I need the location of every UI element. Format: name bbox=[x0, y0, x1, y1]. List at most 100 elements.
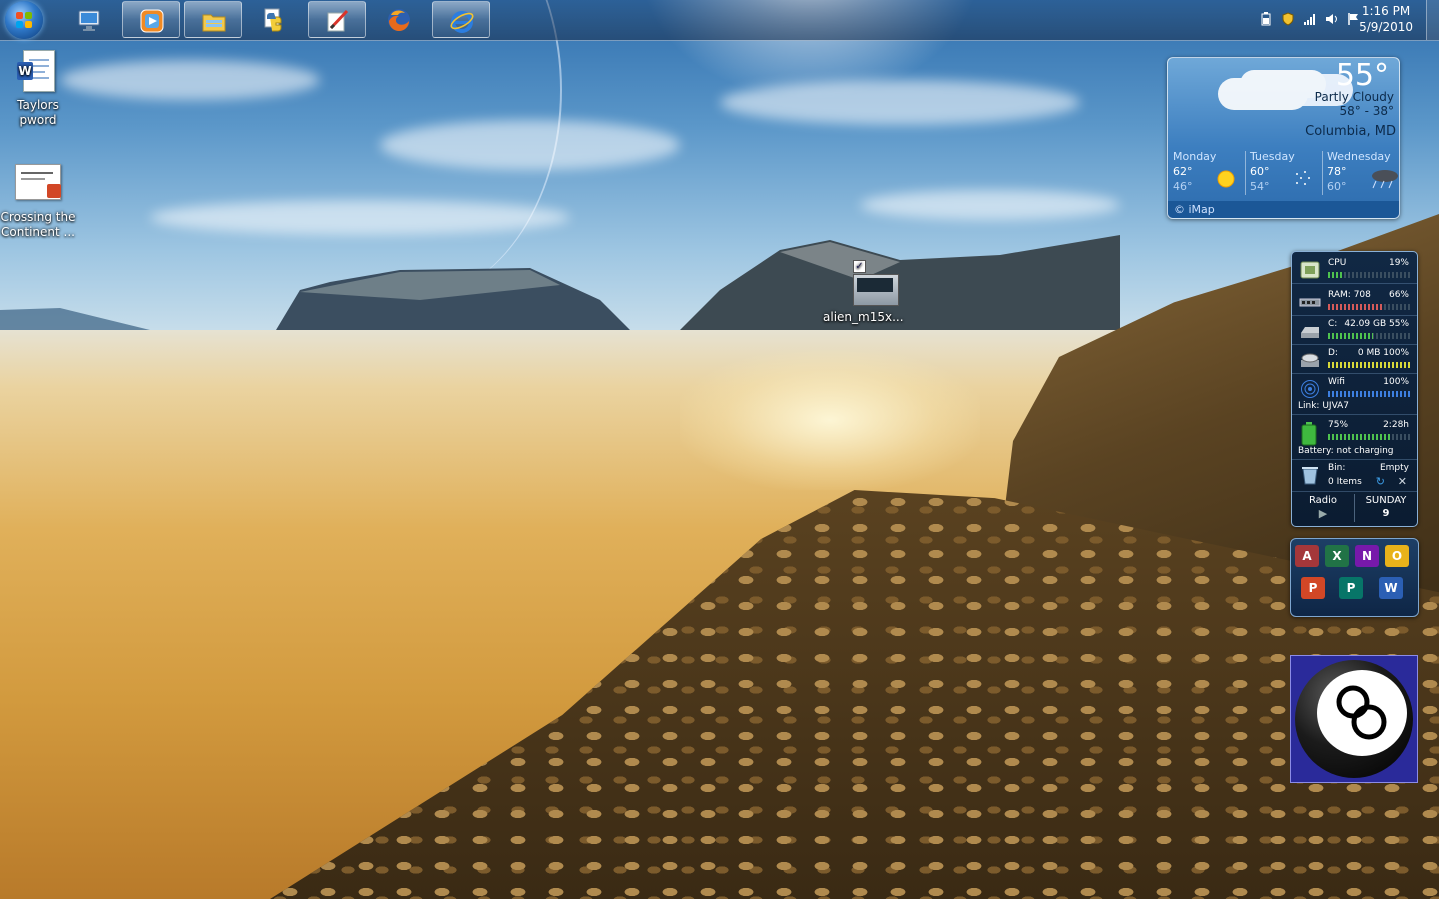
thunderstorm-icon bbox=[1372, 170, 1398, 189]
battery-meter: 75% 2:28h Battery: not charging bbox=[1292, 417, 1417, 460]
radio-and-calendar: Radio ▶ SUNDAY 9 bbox=[1292, 492, 1417, 525]
recycle-bin-state: Empty bbox=[1379, 463, 1409, 473]
powerpoint-app-icon[interactable]: P bbox=[1301, 577, 1325, 599]
cpu-label: CPU bbox=[1328, 258, 1347, 268]
desktop-icon-label: Taylors pword bbox=[17, 98, 59, 127]
taskbar-remote-desktop-button[interactable] bbox=[61, 1, 119, 38]
taskbar-python-button[interactable] bbox=[246, 1, 304, 38]
volume-tray-icon[interactable] bbox=[1325, 12, 1339, 26]
windows-logo-icon bbox=[16, 12, 32, 28]
internet-explorer-icon bbox=[450, 11, 474, 33]
laptop-image-icon: ✓ bbox=[838, 260, 899, 306]
recycle-bin-label: Bin: bbox=[1328, 463, 1346, 473]
drive-d-usage-bar bbox=[1328, 362, 1410, 368]
number-eight-icon bbox=[1336, 685, 1387, 740]
wallpaper-cloud bbox=[380, 120, 680, 170]
battery-level-bar bbox=[1328, 434, 1410, 440]
wifi-meter: Wifi 100% Link: UJVA7 bbox=[1292, 374, 1417, 415]
clock-date: 5/9/2010 bbox=[1359, 20, 1413, 34]
drive-c-usage-bar bbox=[1328, 333, 1410, 339]
desktop-icon-alien-m15x[interactable]: ✓ alien_m15x... bbox=[823, 260, 904, 325]
system-monitor-gadget[interactable]: CPU 19% RAM: 708 66% C: 42.09 GB 55% D: … bbox=[1291, 251, 1418, 527]
sunny-icon bbox=[1217, 170, 1235, 188]
system-tray: 1:16 PM 5/9/2010 bbox=[1229, 0, 1439, 40]
battery-tray-icon[interactable] bbox=[1259, 12, 1273, 26]
weather-condition-text: Partly Cloudy bbox=[1314, 90, 1394, 104]
weather-conditions: Partly Cloudy 58° - 38° bbox=[1315, 90, 1394, 118]
wallpaper-cloud bbox=[860, 190, 1120, 220]
cpu-value: 19% bbox=[1388, 258, 1409, 268]
wallpaper-water-shine bbox=[680, 350, 980, 490]
hard-drive-icon bbox=[1301, 327, 1319, 338]
partly-cloudy-icon bbox=[1218, 78, 1308, 110]
ram-usage-fill bbox=[1328, 304, 1383, 310]
publisher-app-icon[interactable]: P bbox=[1339, 577, 1363, 599]
drive-d-label: D: bbox=[1328, 348, 1338, 358]
cpu-usage-bar bbox=[1328, 272, 1410, 278]
taskbar-media-player-button[interactable] bbox=[122, 1, 180, 38]
cpu-chip-icon bbox=[1300, 261, 1320, 279]
clock-time: 1:16 PM bbox=[1361, 4, 1411, 18]
word-app-icon[interactable]: W bbox=[1379, 577, 1403, 599]
taskbar-internet-explorer-button[interactable] bbox=[432, 1, 490, 38]
outlook-app-icon[interactable]: O bbox=[1385, 545, 1409, 567]
excel-app-icon[interactable]: X bbox=[1325, 545, 1349, 567]
eight-ball-icon bbox=[1295, 660, 1413, 778]
forecast-day: Wednesday 78° 60° bbox=[1327, 149, 1399, 197]
wallpaper-cloud bbox=[720, 80, 1080, 125]
taskbar-windows-explorer-button[interactable] bbox=[184, 1, 242, 38]
radio-widget[interactable]: Radio ▶ bbox=[1292, 494, 1354, 520]
show-desktop-button[interactable] bbox=[1426, 0, 1439, 40]
cpu-meter: CPU 19% bbox=[1292, 255, 1417, 284]
drive-c-usage-fill bbox=[1328, 333, 1374, 339]
paint-icon bbox=[327, 9, 349, 32]
word-document-icon: W bbox=[15, 48, 61, 94]
network-signal-tray-icon[interactable] bbox=[1303, 12, 1317, 26]
refresh-icon[interactable]: ↻ bbox=[1376, 475, 1385, 488]
taskbar-paint-button[interactable] bbox=[308, 1, 366, 38]
recycle-bin-icon[interactable] bbox=[1299, 465, 1321, 485]
access-app-icon[interactable]: A bbox=[1295, 545, 1319, 567]
ram-value: 66% bbox=[1388, 290, 1409, 300]
office-launcher-gadget: A X N O P P W bbox=[1290, 538, 1419, 617]
forecast-day: Tuesday 60° 54° bbox=[1250, 149, 1325, 197]
powerpoint-presentation-icon bbox=[15, 160, 61, 206]
start-button[interactable] bbox=[5, 1, 43, 39]
wallpaper-cloud bbox=[60, 60, 320, 100]
battery-status: Battery: not charging bbox=[1298, 446, 1394, 456]
calendar-widget[interactable]: SUNDAY 9 bbox=[1355, 494, 1417, 520]
firefox-icon bbox=[388, 9, 410, 31]
desktop-icon-taylors-pword[interactable]: W Taylors pword bbox=[0, 48, 76, 128]
recycle-bin-meter: Bin: Empty 0 Items ↻ ✕ bbox=[1292, 460, 1417, 492]
ram-label: RAM: 708 bbox=[1328, 290, 1371, 300]
drive-d-usage-fill bbox=[1328, 362, 1410, 368]
battery-percent: 75% bbox=[1328, 420, 1349, 430]
taskbar-clock[interactable]: 1:16 PM 5/9/2010 bbox=[1359, 3, 1413, 35]
cpu-usage-fill bbox=[1328, 272, 1344, 278]
folder-icon bbox=[202, 14, 226, 32]
magic-8-ball-gadget[interactable] bbox=[1290, 655, 1418, 783]
weather-city: Columbia, MD bbox=[1305, 124, 1396, 139]
battery-level-fill bbox=[1328, 434, 1390, 440]
security-shield-tray-icon[interactable] bbox=[1281, 12, 1295, 26]
forecast-high: 60° bbox=[1250, 165, 1270, 178]
play-icon[interactable]: ▶ bbox=[1292, 507, 1354, 520]
weather-forecast: Monday 62° 46° Tuesday 60° 54° Wednesday… bbox=[1171, 149, 1398, 197]
desktop-icon-label: Crossing the Continent ... bbox=[0, 210, 76, 239]
remote-desktop-icon bbox=[78, 10, 100, 31]
forecast-day-name: Tuesday bbox=[1250, 150, 1295, 163]
empty-bin-icon[interactable]: ✕ bbox=[1398, 475, 1407, 488]
desktop-icon-crossing-the-continent[interactable]: Crossing the Continent ... bbox=[0, 160, 76, 240]
wifi-signal-fill bbox=[1328, 391, 1410, 397]
ram-meter: RAM: 708 66% bbox=[1292, 287, 1417, 316]
onenote-app-icon[interactable]: N bbox=[1355, 545, 1379, 567]
forecast-high: 62° bbox=[1173, 165, 1193, 178]
wifi-link-name: Link: UJVA7 bbox=[1298, 401, 1350, 411]
weather-source-link[interactable]: © iMap bbox=[1168, 201, 1399, 218]
forecast-day-name: Monday bbox=[1173, 150, 1217, 163]
taskbar-firefox-button[interactable] bbox=[370, 1, 428, 38]
weather-gadget[interactable]: 55° Partly Cloudy 58° - 38° Columbia, MD… bbox=[1167, 57, 1400, 219]
selection-checkbox-icon[interactable]: ✓ bbox=[853, 260, 866, 273]
drive-d-value: 0 MB 100% bbox=[1357, 348, 1409, 358]
forecast-low: 46° bbox=[1173, 180, 1193, 193]
